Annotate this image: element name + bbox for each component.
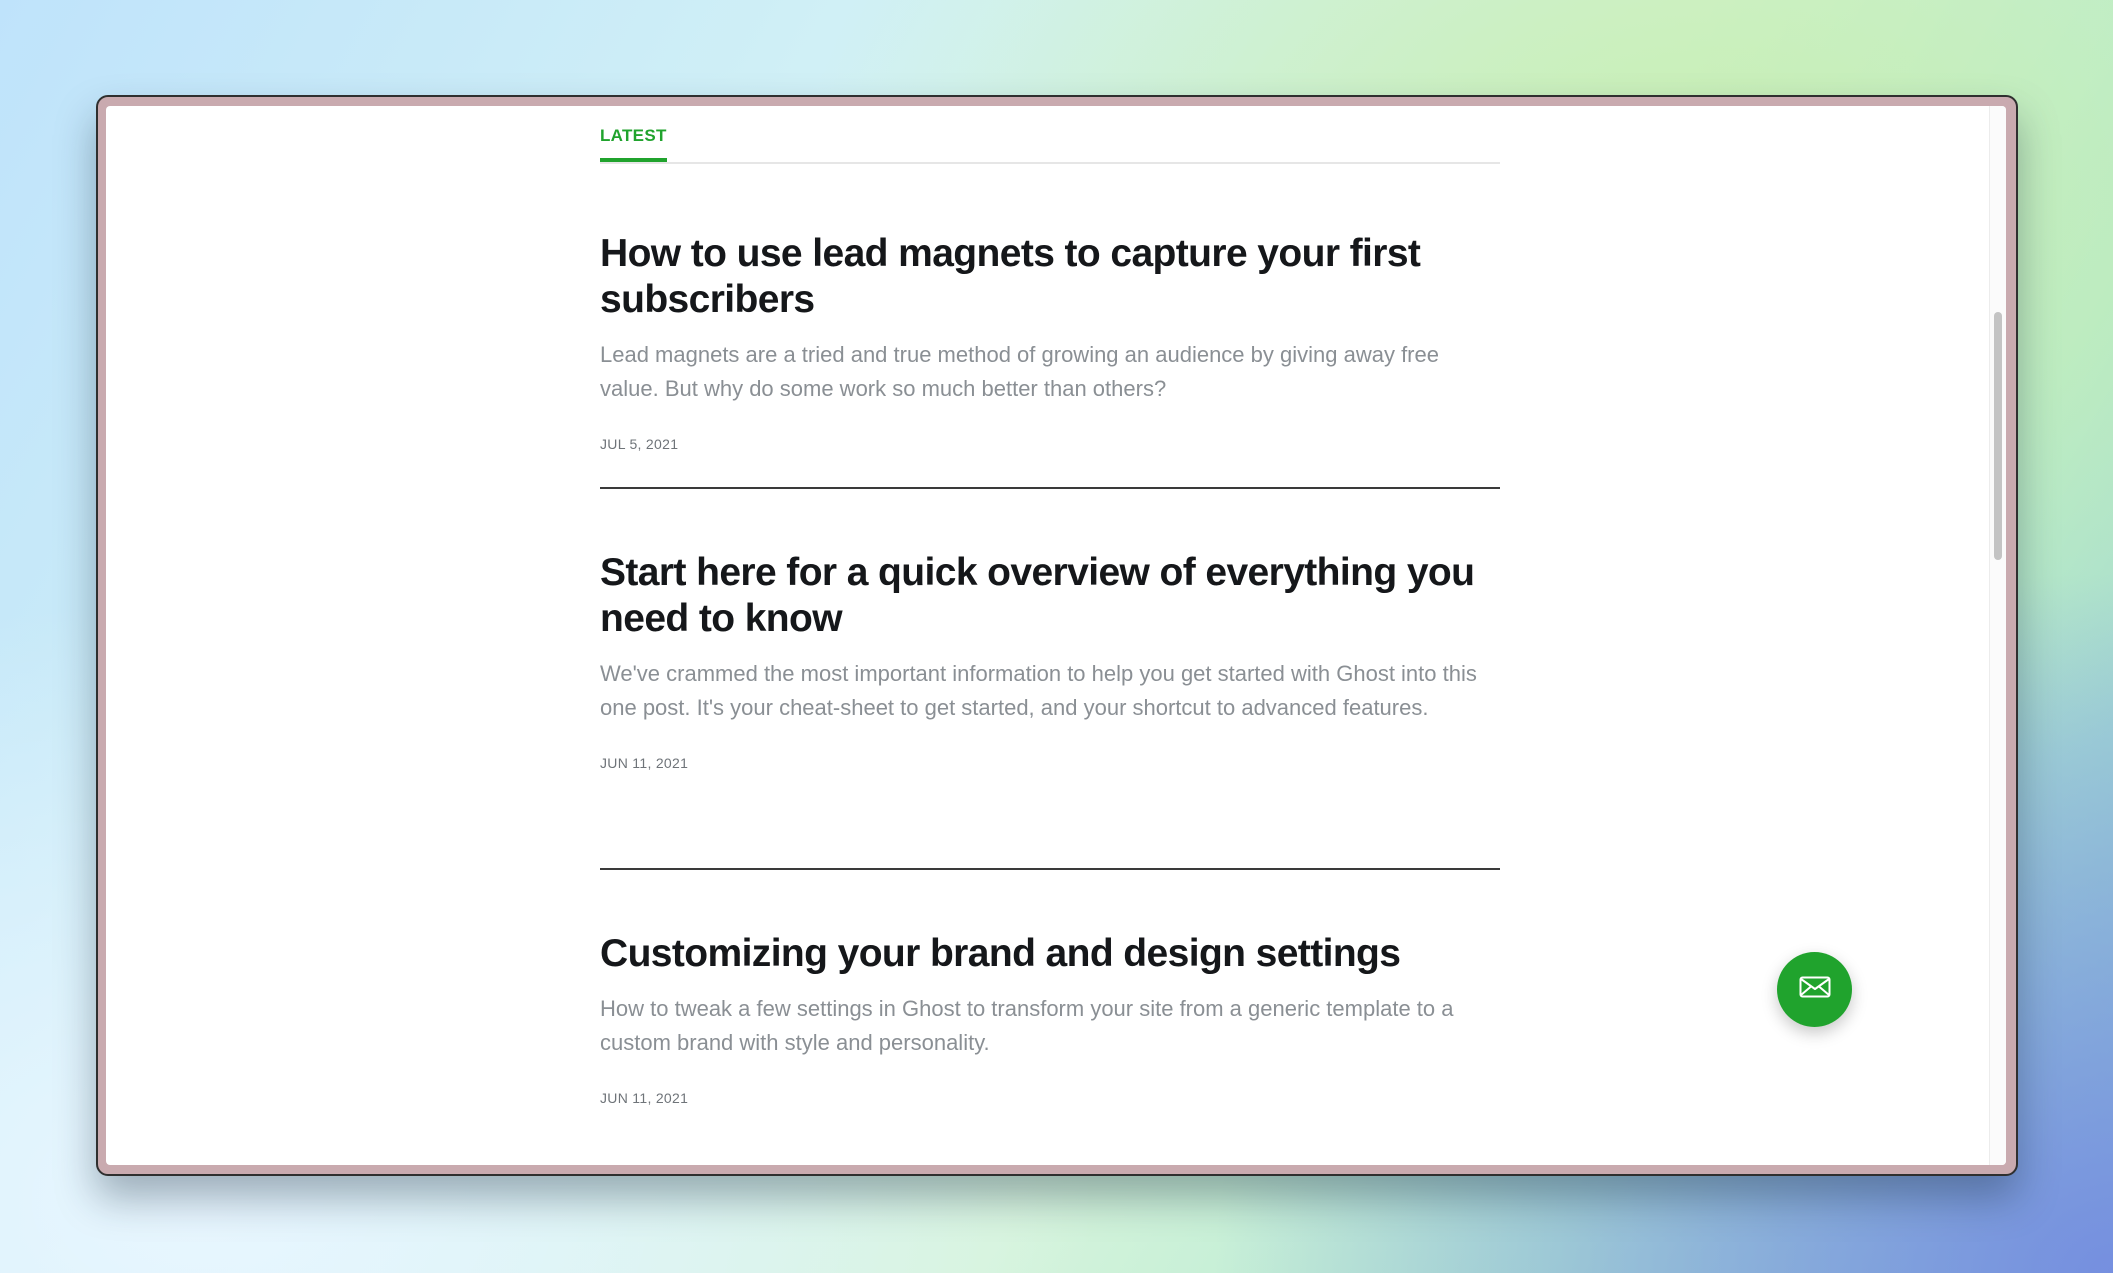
post-feed: LATEST How to use lead magnets to captur… — [600, 106, 1500, 1106]
tab-latest[interactable]: LATEST — [600, 126, 667, 162]
scrollbar-thumb[interactable] — [1994, 312, 2002, 560]
post-card[interactable]: How to use lead magnets to capture your … — [600, 164, 1500, 489]
post-date: JUN 11, 2021 — [600, 755, 689, 771]
envelope-icon — [1799, 976, 1831, 1003]
post-excerpt: We've crammed the most important informa… — [600, 661, 1477, 720]
post-date: JUN 11, 2021 — [600, 1090, 689, 1106]
post-card[interactable]: Start here for a quick overview of every… — [600, 489, 1500, 870]
feed-tabs: LATEST — [600, 106, 1500, 164]
post-title[interactable]: Customizing your brand and design settin… — [600, 931, 1500, 977]
subscribe-button[interactable] — [1777, 952, 1852, 1027]
post-title[interactable]: How to use lead magnets to capture your … — [600, 231, 1500, 323]
post-title[interactable]: Start here for a quick overview of every… — [600, 550, 1500, 642]
post-date: JUL 5, 2021 — [600, 436, 679, 452]
page-viewport: LATEST How to use lead magnets to captur… — [106, 106, 2006, 1165]
post-card[interactable]: Customizing your brand and design settin… — [600, 870, 1500, 1106]
vertical-scrollbar[interactable] — [1989, 106, 2006, 1165]
post-excerpt: Lead magnets are a tried and true method… — [600, 342, 1439, 401]
post-excerpt: How to tweak a few settings in Ghost to … — [600, 996, 1454, 1055]
